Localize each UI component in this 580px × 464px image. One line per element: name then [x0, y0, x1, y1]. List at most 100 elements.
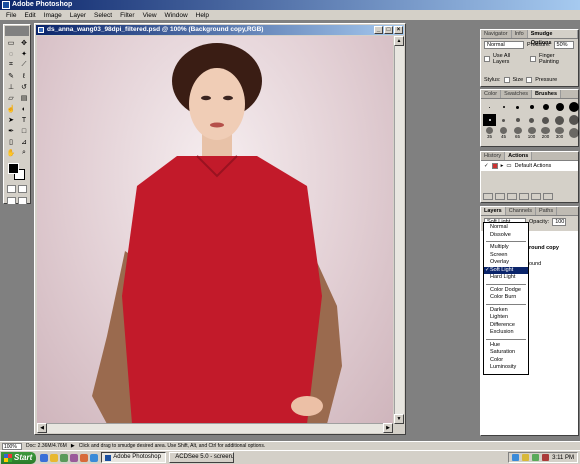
play-button[interactable]: [507, 193, 517, 200]
scroll-down-icon[interactable]: ▼: [394, 414, 404, 424]
menu-window[interactable]: Window: [161, 10, 192, 20]
eyedropper-tool-icon[interactable]: ⊿: [18, 137, 30, 147]
tab-channels[interactable]: Channels: [506, 207, 536, 215]
quickmask-mode-button[interactable]: [18, 185, 27, 193]
desktop-icon[interactable]: [90, 453, 99, 462]
brush-tip[interactable]: [567, 101, 580, 113]
finger-painting-checkbox[interactable]: [530, 56, 536, 62]
blend-option[interactable]: Darken: [484, 307, 528, 315]
menu-image[interactable]: Image: [40, 10, 66, 20]
explorer-icon[interactable]: [50, 453, 59, 462]
stamp-tool-icon[interactable]: ⊥: [5, 82, 17, 92]
hand-tool-icon[interactable]: ✋: [5, 148, 17, 158]
brush-tip[interactable]: [483, 101, 496, 113]
tab-info[interactable]: Info: [512, 30, 528, 38]
tab-layers[interactable]: Layers: [481, 207, 506, 215]
scroll-right-icon[interactable]: ▶: [383, 423, 393, 433]
foreground-color-swatch[interactable]: [8, 163, 19, 174]
marquee-tool-icon[interactable]: ▭: [5, 38, 17, 48]
brush-tip[interactable]: [553, 101, 566, 113]
action-set-row[interactable]: ✓ ▸ ▭ Default Actions: [481, 161, 578, 171]
blend-option[interactable]: Exclusion: [484, 329, 528, 337]
notes-tool-icon[interactable]: ▯: [5, 137, 17, 147]
dialog-toggle-icon[interactable]: [491, 163, 498, 169]
blend-option[interactable]: Hard Light: [484, 274, 528, 282]
maximize-icon[interactable]: □: [384, 26, 393, 34]
menu-edit[interactable]: Edit: [20, 10, 39, 20]
blend-option[interactable]: Lighten: [484, 314, 528, 322]
media-icon[interactable]: [60, 453, 69, 462]
minimize-icon[interactable]: _: [374, 26, 383, 34]
doc-size-readout[interactable]: Doc: 2.36M/4.76M: [26, 443, 67, 449]
brush-tip-selected[interactable]: [483, 114, 496, 126]
task-photoshop[interactable]: Adobe Photoshop: [101, 452, 167, 463]
tab-swatches[interactable]: Swatches: [501, 90, 533, 98]
menu-filter[interactable]: Filter: [116, 10, 138, 20]
lasso-tool-icon[interactable]: ◌: [5, 49, 17, 59]
zoom-tool-icon[interactable]: ⌕: [18, 148, 30, 158]
blend-option[interactable]: Normal: [484, 224, 528, 232]
clock[interactable]: 3:11 PM: [552, 455, 574, 461]
size-checkbox[interactable]: [503, 77, 510, 83]
vertical-scrollbar[interactable]: ▲ ▼: [394, 36, 404, 424]
blend-option[interactable]: Multiply: [484, 244, 528, 252]
smudge-mode-select[interactable]: Normal: [484, 41, 524, 49]
blend-option[interactable]: Saturation: [484, 349, 528, 357]
dodge-tool-icon[interactable]: ◐: [18, 104, 30, 114]
brush-tip[interactable]: 45: [497, 127, 510, 139]
tray-app-icon[interactable]: [542, 454, 550, 461]
start-button[interactable]: Start: [1, 451, 37, 464]
zoom-field[interactable]: 100%: [2, 442, 22, 450]
brush-tip[interactable]: [511, 101, 524, 113]
brush-tip[interactable]: 200: [539, 127, 552, 139]
tab-paths[interactable]: Paths: [536, 207, 558, 215]
full-screen-menu-button[interactable]: [18, 197, 27, 205]
record-button[interactable]: [495, 193, 505, 200]
standard-mode-button[interactable]: [7, 185, 16, 193]
scroll-left-icon[interactable]: ◀: [37, 423, 47, 433]
opacity-input[interactable]: 100: [552, 218, 567, 226]
task-acdsee[interactable]: ACDSee 5.0 - screen...: [169, 452, 235, 463]
brush-tip[interactable]: [525, 114, 538, 126]
brush-tip[interactable]: [567, 127, 580, 139]
scroll-up-icon[interactable]: ▲: [394, 36, 404, 46]
network-icon[interactable]: [512, 454, 520, 461]
pressure-input[interactable]: 50%: [553, 41, 574, 49]
brush-tool-icon[interactable]: ℓ: [18, 71, 30, 81]
blend-option[interactable]: Luminosity: [484, 364, 528, 372]
outlook-icon[interactable]: [70, 453, 79, 462]
tab-navigator[interactable]: Navigator: [481, 30, 512, 38]
blend-option[interactable]: Overlay: [484, 259, 528, 267]
layer-item-background-copy[interactable]: round copy: [529, 245, 559, 251]
blend-option[interactable]: Color: [484, 357, 528, 365]
delete-action-button[interactable]: [543, 193, 553, 200]
tray-app-icon[interactable]: [532, 454, 540, 461]
checkmark-icon[interactable]: ✓: [484, 163, 489, 169]
brush-tip[interactable]: 300: [553, 127, 566, 139]
horizontal-scrollbar[interactable]: ◀ ▶: [37, 423, 393, 433]
internet-explorer-icon[interactable]: [40, 453, 49, 462]
blend-option[interactable]: Color Dodge: [484, 287, 528, 295]
tab-smudge-options[interactable]: Smudge Options: [527, 30, 578, 46]
brush-tip[interactable]: [497, 114, 510, 126]
brush-tip[interactable]: 65: [511, 127, 524, 139]
stop-button[interactable]: [483, 193, 493, 200]
pressure-checkbox[interactable]: [526, 77, 533, 83]
blend-option[interactable]: Difference: [484, 322, 528, 330]
menu-help[interactable]: Help: [192, 10, 213, 20]
shape-tool-icon[interactable]: □: [18, 126, 30, 136]
menu-view[interactable]: View: [139, 10, 161, 20]
crop-tool-icon[interactable]: ⌗: [5, 60, 17, 70]
document-title-bar[interactable]: ds_anna_wang03_98dpi_filtered.psd @ 100%…: [36, 25, 404, 35]
blend-option[interactable]: Screen: [484, 252, 528, 260]
new-set-button[interactable]: [519, 193, 529, 200]
blend-option[interactable]: Hue: [484, 342, 528, 350]
brush-tip[interactable]: [511, 114, 524, 126]
play-arrow-icon[interactable]: ▶: [71, 443, 75, 449]
menu-layer[interactable]: Layer: [66, 10, 90, 20]
brush-tip[interactable]: [497, 101, 510, 113]
move-tool-icon[interactable]: ✥: [18, 38, 30, 48]
image-canvas[interactable]: [37, 36, 393, 424]
layer-item-background[interactable]: ound: [529, 261, 541, 267]
brush-tip[interactable]: 35: [483, 127, 496, 139]
